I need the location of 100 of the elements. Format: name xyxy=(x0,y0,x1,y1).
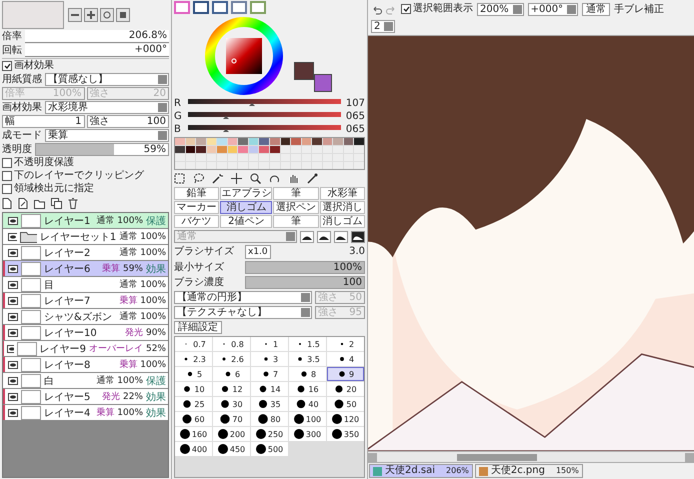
brush-tool[interactable]: 消しゴム xyxy=(220,201,272,214)
palette-swatch[interactable] xyxy=(248,138,258,145)
texture-checkbox[interactable]: 画材効果 xyxy=(2,60,169,72)
brush-size-preset[interactable]: 5 xyxy=(175,367,212,381)
brush-shape-dropdown[interactable]: 【通常の円形】 xyxy=(174,291,312,304)
strength-field[interactable]: 強さ 100 xyxy=(86,115,169,128)
zoom-out-button[interactable] xyxy=(68,8,82,22)
eye-icon[interactable] xyxy=(7,344,14,352)
rotate-left-button[interactable] xyxy=(100,8,114,22)
brush-size-preset[interactable]: 250 xyxy=(251,427,288,441)
layer-item[interactable]: レイヤー6 乗算 59% 効果 xyxy=(3,261,168,276)
brush-tool[interactable]: 筆 xyxy=(273,215,319,228)
layer-item[interactable]: シャツ&ズボン 通常 100% xyxy=(3,309,168,324)
palette-swatch[interactable] xyxy=(354,138,364,145)
brush-size-preset[interactable]: 14 xyxy=(251,382,288,396)
brush-size-preset[interactable]: 20 xyxy=(327,382,364,396)
trash-icon[interactable] xyxy=(68,198,78,209)
brush-size-preset[interactable]: 6 xyxy=(213,367,250,381)
brush-edge-button[interactable] xyxy=(300,230,314,242)
brush-size-preset[interactable]: 450 xyxy=(213,442,250,456)
layer-item[interactable]: レイヤー1 通常 100% 保護 xyxy=(3,213,168,228)
brush-size-preset[interactable]: 2.6 xyxy=(213,352,250,366)
palette-swatch[interactable] xyxy=(333,138,343,145)
palette-swatch[interactable] xyxy=(175,138,185,145)
selection-display-checkbox[interactable]: 選択範囲表示 xyxy=(401,3,473,15)
eye-icon[interactable] xyxy=(8,376,18,384)
palette-swatch[interactable] xyxy=(322,138,332,145)
palette-swatch[interactable] xyxy=(291,138,301,145)
brush-size-preset[interactable]: 16 xyxy=(289,382,326,396)
brush-size-preset[interactable]: 12 xyxy=(213,382,250,396)
layer-item[interactable]: レイヤー10 発光 90% xyxy=(3,325,168,340)
brush-tool[interactable]: バケツ xyxy=(174,215,220,228)
brush-size-preset[interactable]: 160 xyxy=(175,427,212,441)
texture-dropdown[interactable]: 【テクスチャなし】 xyxy=(174,306,312,319)
palette-swatch[interactable] xyxy=(186,146,196,153)
brush-tool[interactable]: 2値ペン xyxy=(220,215,272,228)
brush-size-preset[interactable]: 1 xyxy=(251,337,288,351)
width-field[interactable]: 幅 1 xyxy=(2,115,84,128)
primary-color-swatch[interactable] xyxy=(294,62,314,80)
redo-icon[interactable] xyxy=(386,4,397,14)
option-checkbox[interactable]: 領域検出元に指定 xyxy=(2,183,169,195)
scroll-right-button[interactable] xyxy=(685,452,694,462)
secondary-color-swatch[interactable] xyxy=(314,74,332,92)
layer-item[interactable]: レイヤーセット1 通常 100% xyxy=(3,229,168,244)
brush-size-preset[interactable]: 60 xyxy=(175,412,212,426)
angle-dropdown[interactable]: +000° xyxy=(528,2,578,16)
brush-edge-button[interactable] xyxy=(334,230,348,242)
details-button[interactable]: 詳細設定 xyxy=(174,321,222,334)
palette-swatch[interactable] xyxy=(175,146,185,153)
layer-item[interactable]: レイヤー4 乗算 100% 効果 xyxy=(3,405,168,420)
effect-dropdown[interactable]: 水彩境界 xyxy=(45,101,169,114)
brush-size-preset[interactable]: 9 xyxy=(327,367,364,381)
eyedropper-icon[interactable] xyxy=(307,173,318,184)
palette-swatch[interactable] xyxy=(259,138,269,145)
option-checkbox[interactable]: 不透明度保護 xyxy=(2,157,169,169)
palette-swatch[interactable] xyxy=(206,138,216,145)
channel-slider[interactable] xyxy=(188,112,341,122)
new-linework-layer-icon[interactable] xyxy=(18,198,28,209)
brush-edge-button[interactable] xyxy=(317,230,331,242)
brush-edge-button[interactable] xyxy=(351,230,365,242)
move-icon[interactable] xyxy=(231,173,242,184)
brush-size-preset[interactable]: 0.7 xyxy=(175,337,212,351)
brush-size-preset[interactable]: 500 xyxy=(251,442,288,456)
layer-item[interactable]: 目 通常 100% xyxy=(3,277,168,292)
eye-icon[interactable] xyxy=(8,264,18,272)
palette-swatch[interactable] xyxy=(344,138,354,145)
palette-swatch[interactable] xyxy=(238,146,248,153)
layer-item[interactable]: レイヤー7 乗算 100% xyxy=(3,293,168,308)
zoom-in-button[interactable] xyxy=(84,8,98,22)
brush-size-preset[interactable]: 8 xyxy=(289,367,326,381)
document-tab[interactable]: 天使2c.png 150% xyxy=(474,464,583,478)
palette-swatch[interactable] xyxy=(206,146,216,153)
magic-wand-icon[interactable] xyxy=(212,173,223,184)
brush-tool[interactable]: 水彩筆 xyxy=(320,187,365,200)
layer-item[interactable]: レイヤー2 通常 100% xyxy=(3,245,168,260)
channel-slider[interactable] xyxy=(188,98,341,108)
brush-tool[interactable]: マーカー xyxy=(174,201,220,214)
opacity-slider[interactable]: 59% xyxy=(35,143,169,156)
min-size-slider[interactable]: 100% xyxy=(245,261,365,274)
zoom-field[interactable]: 206.8% xyxy=(25,30,169,43)
brush-size-preset[interactable]: 10 xyxy=(175,382,212,396)
color-mode-tab[interactable] xyxy=(231,1,247,14)
brush-size-preset[interactable]: 3 xyxy=(251,352,288,366)
brush-size-preset[interactable]: 0.8 xyxy=(213,337,250,351)
brush-size-preset[interactable]: 120 xyxy=(327,412,364,426)
eye-icon[interactable] xyxy=(8,312,18,320)
eye-icon[interactable] xyxy=(8,408,18,416)
option-checkbox[interactable]: 下のレイヤーでクリッピング xyxy=(2,170,169,182)
brush-tool[interactable]: 筆 xyxy=(273,187,319,200)
brush-size-preset[interactable]: 7 xyxy=(251,367,288,381)
brush-size-preset[interactable]: 1.5 xyxy=(289,337,326,351)
palette-swatch[interactable] xyxy=(196,146,206,153)
density-slider[interactable]: 100 xyxy=(245,276,365,289)
eye-icon[interactable] xyxy=(8,216,18,224)
angle-field[interactable]: +000° xyxy=(25,44,169,57)
color-mode-tab[interactable] xyxy=(212,1,228,14)
brush-tool[interactable]: 選択ペン xyxy=(273,201,319,214)
channel-slider[interactable] xyxy=(188,124,341,134)
layer-item[interactable]: レイヤー8 乗算 100% xyxy=(3,357,168,372)
brush-size-preset[interactable]: 200 xyxy=(213,427,250,441)
